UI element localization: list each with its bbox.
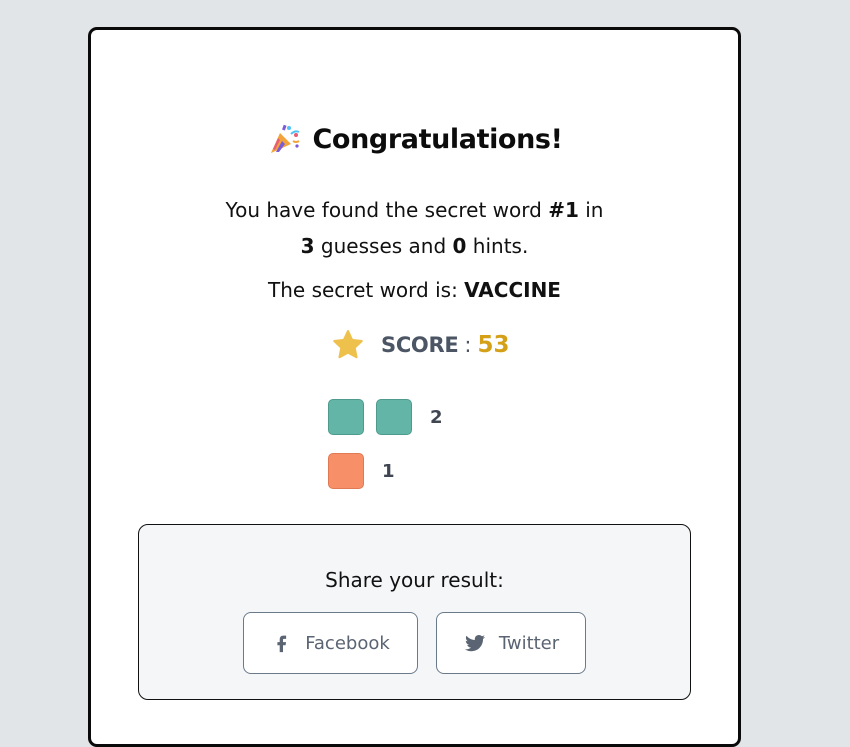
share-title: Share your result: [325,568,504,592]
facebook-icon [277,635,287,653]
green-square [376,399,412,435]
facebook-share-button[interactable]: Facebook [243,612,418,674]
twitter-label: Twitter [498,632,560,654]
score-label: SCORE [381,333,459,357]
result-row-green: 2 [328,399,443,435]
secret-word: VACCINE [464,278,561,302]
star-icon [333,330,363,359]
facebook-label: Facebook [305,632,390,654]
twitter-icon [464,635,485,652]
guess-count: 3 [300,234,315,258]
hint-count: 0 [452,234,467,258]
result-message: You have found the secret word #1 in 3 g… [225,198,604,258]
share-panel: Share your result: Facebook Twitter [138,524,691,700]
result-modal: Congratulations! You have found the secr… [88,27,741,747]
result-row-orange: 1 [328,453,395,489]
party-popper-icon [267,122,301,156]
secret-word-line: The secret word is: VACCINE [268,278,561,302]
green-count: 2 [430,406,443,428]
twitter-share-button[interactable]: Twitter [436,612,586,674]
word-number: #1 [548,198,579,222]
score-row: SCORE : 53 [331,328,510,362]
orange-square [328,453,364,489]
orange-count: 1 [382,460,395,482]
title-row: Congratulations! [91,122,738,156]
modal-title: Congratulations! [312,123,563,155]
green-square [328,399,364,435]
score-separator: : [464,333,472,357]
score-value: 53 [477,332,510,358]
